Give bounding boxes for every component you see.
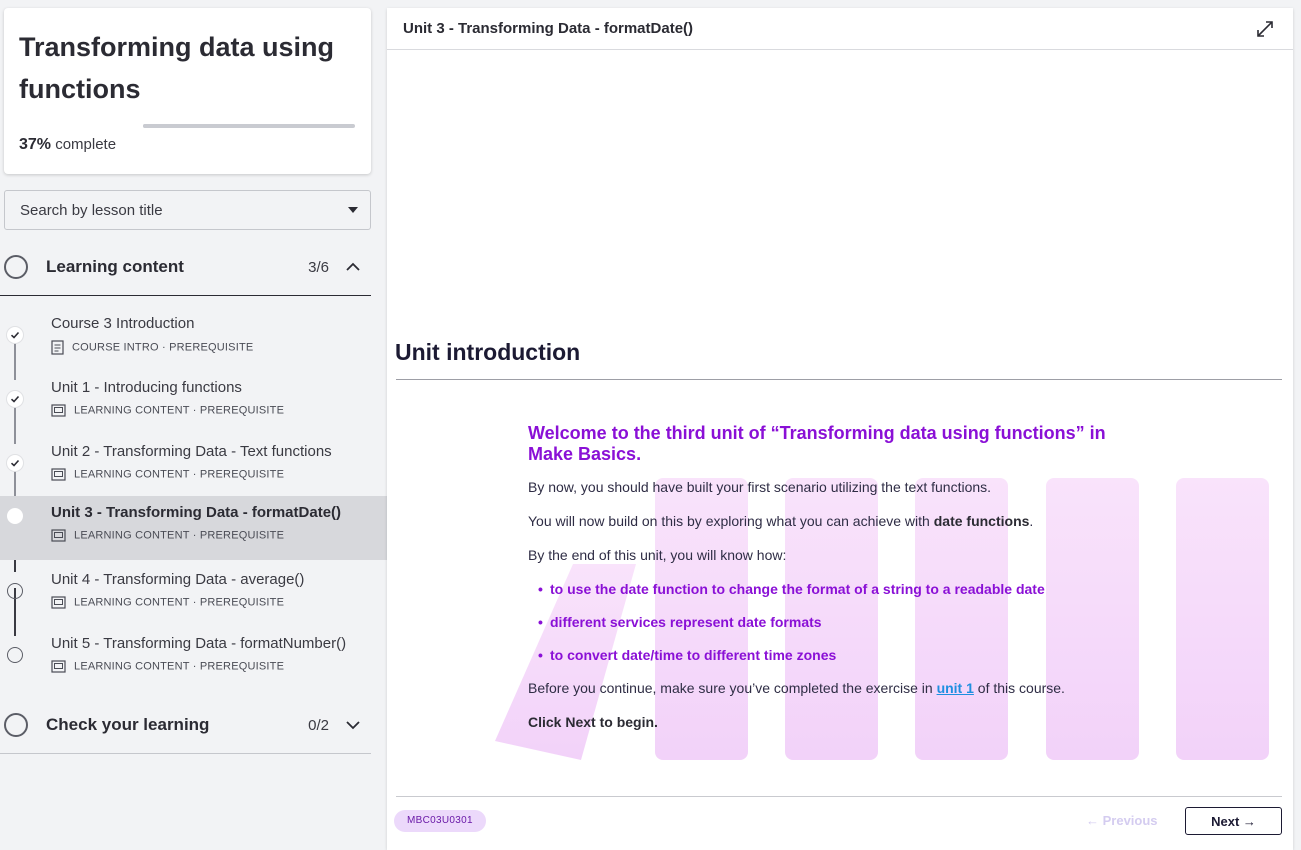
- search-lesson-label: Search by lesson title: [20, 202, 163, 219]
- next-button[interactable]: Next →: [1185, 807, 1282, 835]
- lesson-meta: COURSE INTRO · PREREQUISITE: [51, 340, 253, 355]
- lesson-item-unit-5[interactable]: Unit 5 - Transforming Data - formatNumbe…: [0, 627, 387, 691]
- lesson-meta-text: COURSE INTRO · PREREQUISITE: [72, 341, 254, 354]
- slides-icon: [51, 468, 66, 481]
- progress-bar-fill: [143, 124, 222, 128]
- previous-button[interactable]: ← Previous: [1086, 813, 1158, 828]
- divider: [396, 379, 1282, 380]
- intro-paragraph: By now, you should have built your first…: [528, 479, 992, 495]
- lesson-meta-text: LEARNING CONTENT · PREREQUISITE: [74, 529, 285, 542]
- lesson-code-badge: MBC03U0301: [394, 810, 486, 832]
- para-text: You will now build on this by exploring …: [528, 513, 934, 529]
- lesson-title: Unit 2 - Transforming Data - Text functi…: [51, 443, 332, 460]
- intro-paragraph: You will now build on this by exploring …: [528, 513, 1128, 529]
- status-todo-icon: [7, 647, 23, 663]
- section-learning-content[interactable]: Learning content 3/6: [0, 238, 371, 296]
- section-title: Learning content: [46, 257, 184, 276]
- lesson-title: Unit 4 - Transforming Data - average(): [51, 571, 305, 588]
- slides-icon: [51, 660, 66, 673]
- progress-suffix: complete: [55, 136, 117, 153]
- list-item: to use the date function to change the f…: [528, 581, 1128, 597]
- para-text: of this course.: [973, 680, 1065, 696]
- progress-bar: [143, 124, 355, 128]
- lesson-item-unit-3[interactable]: Unit 3 - Transforming Data - formatDate(…: [0, 496, 387, 560]
- search-lesson-dropdown[interactable]: Search by lesson title: [4, 190, 371, 230]
- lesson-meta: LEARNING CONTENT · PREREQUISITE: [51, 529, 284, 542]
- status-done-icon: [7, 455, 23, 471]
- status-current-icon: [7, 508, 23, 524]
- para-bold: date functions: [933, 513, 1030, 529]
- lesson-viewer: Unit 3 - Transforming Data - formatDate(…: [387, 8, 1293, 850]
- expand-icon[interactable]: [1255, 19, 1275, 39]
- caret-down-icon: [348, 207, 358, 213]
- section-title: Check your learning: [46, 715, 210, 734]
- course-title: Transforming data using functions: [19, 32, 335, 104]
- para-text: Before you continue, make sure you’ve co…: [528, 680, 937, 696]
- intro-paragraph: Before you continue, make sure you’ve co…: [528, 680, 1128, 696]
- lesson-meta: LEARNING CONTENT · PREREQUISITE: [51, 468, 284, 481]
- progress-text: 37% complete: [19, 136, 116, 154]
- lesson-title: Unit 3 - Transforming Data - formatDate(…: [51, 504, 342, 521]
- chevron-down-icon[interactable]: [343, 715, 363, 735]
- viewer-title: Unit 3 - Transforming Data - formatDate(…: [403, 20, 694, 37]
- divider: [396, 796, 1282, 797]
- lesson-meta-text: LEARNING CONTENT · PREREQUISITE: [74, 404, 285, 417]
- intro-paragraph: By the end of this unit, you will know h…: [528, 547, 787, 563]
- lesson-meta: LEARNING CONTENT · PREREQUISITE: [51, 404, 284, 417]
- unit-intro-content: Welcome to the third unit of “Transformi…: [528, 423, 1128, 748]
- welcome-heading: Welcome to the third unit of “Transformi…: [528, 423, 1106, 464]
- section-progress-ring-icon: [4, 713, 28, 737]
- section-count: 3/6: [308, 259, 329, 276]
- lesson-item-unit-1[interactable]: Unit 1 - Introducing functions LEARNING …: [0, 371, 387, 435]
- lesson-item-unit-2[interactable]: Unit 2 - Transforming Data - Text functi…: [0, 435, 387, 499]
- lesson-item-unit-4[interactable]: Unit 4 - Transforming Data - average() L…: [0, 563, 387, 627]
- lesson-title: Unit 1 - Introducing functions: [51, 379, 242, 396]
- status-todo-icon: [7, 583, 23, 599]
- lesson-item-course-3-introduction[interactable]: Course 3 Introduction COURSE INTRO · PRE…: [0, 307, 387, 371]
- section-progress-ring-icon: [4, 255, 28, 279]
- section-count: 0/2: [308, 717, 329, 734]
- lesson-meta: LEARNING CONTENT · PREREQUISITE: [51, 660, 284, 673]
- slides-icon: [51, 596, 66, 609]
- lesson-title: Course 3 Introduction: [51, 315, 195, 332]
- viewer-topbar: Unit 3 - Transforming Data - formatDate(…: [387, 8, 1293, 50]
- lesson-meta-text: LEARNING CONTENT · PREREQUISITE: [74, 596, 285, 609]
- section-check-your-learning[interactable]: Check your learning 0/2: [0, 696, 371, 754]
- objectives-list: to use the date function to change the f…: [528, 581, 1128, 663]
- unit-1-link[interactable]: unit 1: [937, 680, 974, 696]
- unit-heading: Unit introduction: [395, 339, 581, 365]
- para-text: .: [1029, 513, 1034, 529]
- progress-value: 37%: [19, 136, 52, 153]
- sidebar: Transforming data using functions 37% co…: [0, 0, 387, 850]
- status-done-icon: [7, 327, 23, 343]
- slides-icon: [51, 529, 66, 542]
- list-item: to convert date/time to different time z…: [528, 647, 1128, 663]
- lesson-meta-text: LEARNING CONTENT · PREREQUISITE: [74, 660, 285, 673]
- lesson-meta-text: LEARNING CONTENT · PREREQUISITE: [74, 468, 285, 481]
- chevron-up-icon[interactable]: [343, 257, 363, 277]
- lesson-title: Unit 5 - Transforming Data - formatNumbe…: [51, 635, 347, 652]
- slides-icon: [51, 404, 66, 417]
- lesson-meta: LEARNING CONTENT · PREREQUISITE: [51, 596, 284, 609]
- document-icon: [51, 340, 64, 355]
- call-to-action: Click Next to begin.: [528, 714, 658, 730]
- status-done-icon: [7, 391, 23, 407]
- list-item: different services represent date format…: [528, 614, 1128, 630]
- course-card: Transforming data using functions 37% co…: [4, 8, 371, 174]
